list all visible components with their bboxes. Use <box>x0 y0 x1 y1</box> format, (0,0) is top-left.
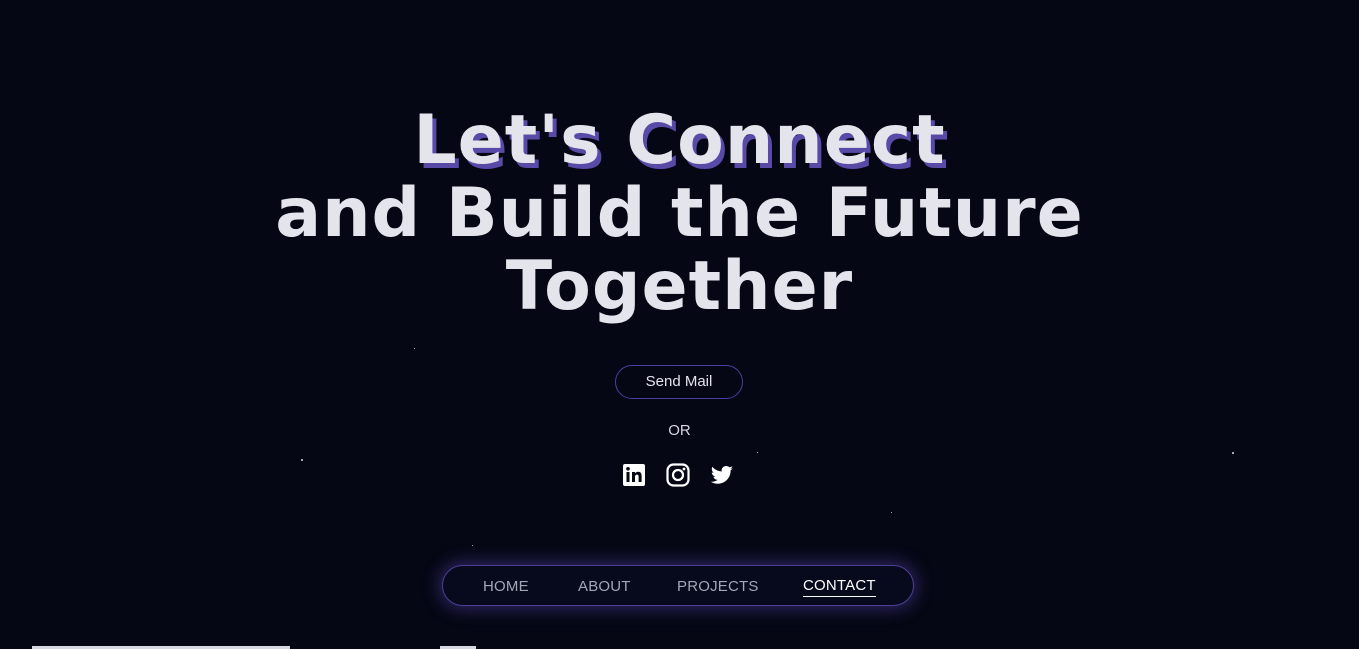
nav-item-home[interactable]: HOME <box>483 578 529 595</box>
nav-item-projects[interactable]: PROJECTS <box>677 578 759 595</box>
send-mail-button[interactable]: Send Mail <box>615 365 743 399</box>
twitter-icon[interactable] <box>710 463 734 487</box>
social-links <box>622 463 734 487</box>
star-decoration <box>301 459 303 461</box>
or-divider-label: OR <box>668 422 691 439</box>
hero-line-3: Together <box>505 247 854 326</box>
nav-item-contact[interactable]: CONTACT <box>803 577 876 597</box>
instagram-icon[interactable] <box>666 463 690 487</box>
star-decoration <box>1232 452 1234 454</box>
nav-item-about[interactable]: ABOUT <box>578 578 631 595</box>
star-decoration <box>891 512 892 513</box>
hero-line-1: Let's Connect <box>413 101 946 180</box>
hero-line-2: and Build the Future <box>275 174 1084 253</box>
contact-page: Let's Connect and Build the Future Toget… <box>0 0 1359 649</box>
bottom-navigation: HOME ABOUT PROJECTS CONTACT <box>442 565 914 606</box>
star-decoration <box>472 545 473 546</box>
star-decoration <box>757 452 758 453</box>
linkedin-icon[interactable] <box>622 463 646 487</box>
hero-headline: Let's Connect and Build the Future Toget… <box>0 104 1359 323</box>
star-decoration <box>414 348 415 349</box>
